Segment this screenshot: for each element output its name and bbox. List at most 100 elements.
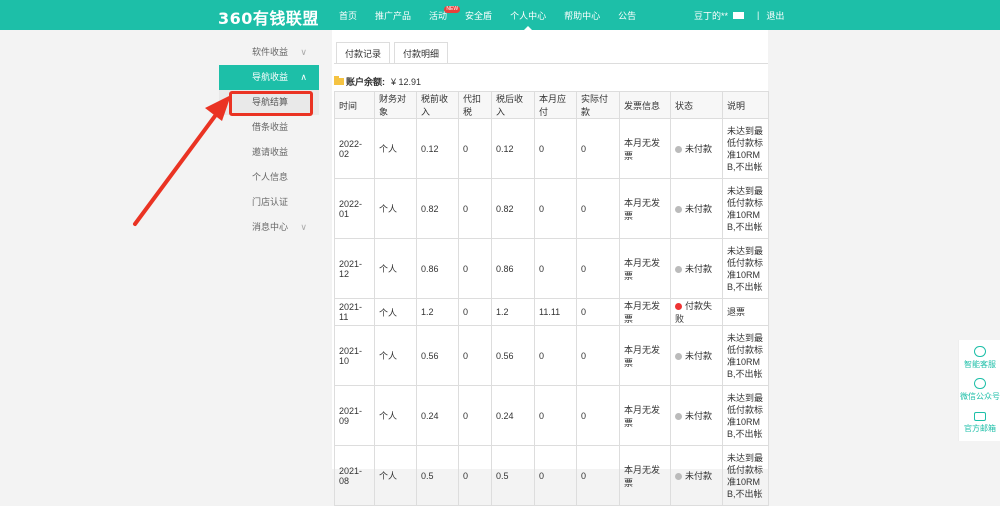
wechat-account-button[interactable]: 微信公众号	[959, 378, 1000, 402]
col-header-withholding-tax: 代扣税	[458, 91, 492, 119]
cell-time: 2021-12	[334, 238, 375, 299]
cell-invoice: 本月无发票	[619, 298, 671, 326]
cell-payable: 0	[534, 118, 577, 179]
cell-aftertax: 0.24	[491, 385, 535, 446]
cell-tax: 0	[458, 385, 492, 446]
cell-tax: 0	[458, 118, 492, 179]
col-header-time: 时间	[334, 91, 375, 119]
chevron-up-icon: ∧	[300, 72, 307, 82]
cell-note: 未达到最低付款标准10RMB,不出帐	[722, 325, 769, 386]
sidebar-item-personal-info[interactable]: 个人信息	[219, 165, 319, 190]
sidebar-item-store-verification[interactable]: 门店认证	[219, 190, 319, 215]
cell-time: 2021-11	[334, 298, 375, 326]
sidebar-item-message-center[interactable]: 消息中心 ∨	[219, 215, 319, 240]
cell-pretax: 1.2	[416, 298, 459, 326]
col-header-actual-payment: 实际付款	[576, 91, 620, 119]
col-header-finance-target: 财务对象	[374, 91, 417, 119]
table-row: 2021-08 个人 0.5 0 0.5 0 0 本月无发票 未付款 未达到最低…	[334, 445, 769, 506]
table-row: 2021-12 个人 0.86 0 0.86 0 0 本月无发票 未付款 未达到…	[334, 238, 769, 299]
cell-time: 2022-01	[334, 178, 375, 239]
sidebar-item-invite-earnings[interactable]: 邀请收益	[219, 140, 319, 165]
cell-aftertax: 0.56	[491, 325, 535, 386]
cell-invoice: 本月无发票	[619, 118, 671, 179]
minus-circle-icon	[675, 413, 682, 420]
brand-logo[interactable]: 360有钱联盟	[218, 5, 319, 29]
cell-time: 2021-08	[334, 445, 375, 506]
status-text: 未付款	[685, 351, 713, 361]
nav-personal-center[interactable]: 个人中心	[501, 0, 555, 30]
sidebar-item-label: 消息中心	[252, 222, 289, 232]
smart-support-button[interactable]: 智能客服	[959, 346, 1000, 370]
cell-target: 个人	[374, 178, 417, 239]
sidebar-item-label: 软件收益	[252, 47, 289, 57]
col-header-invoice: 发票信息	[619, 91, 671, 119]
official-email-button[interactable]: 官方邮箱	[959, 412, 1000, 434]
cell-status: 未付款	[670, 118, 723, 179]
status-text: 未付款	[685, 264, 713, 274]
status-text: 未付款	[685, 204, 713, 214]
cell-status: 未付款	[670, 238, 723, 299]
cell-aftertax: 0.82	[491, 178, 535, 239]
cell-pretax: 0.56	[416, 325, 459, 386]
table-row: 2022-02 个人 0.12 0 0.12 0 0 本月无发票 未付款 未达到…	[334, 118, 769, 179]
minus-circle-icon	[675, 146, 682, 153]
nav-security[interactable]: 安全盾	[456, 0, 501, 30]
cell-tax: 0	[458, 238, 492, 299]
sidebar-item-loan-earnings[interactable]: 借条收益	[219, 115, 319, 140]
cell-time: 2021-10	[334, 325, 375, 386]
status-text: 未付款	[685, 471, 713, 481]
cell-pretax: 0.12	[416, 118, 459, 179]
cell-note: 未达到最低付款标准10RMB,不出帐	[722, 385, 769, 446]
col-header-status: 状态	[670, 91, 723, 119]
nav-home[interactable]: 首页	[330, 0, 366, 30]
status-text: 未付款	[685, 144, 713, 154]
minus-circle-icon	[675, 206, 682, 213]
cell-invoice: 本月无发票	[619, 325, 671, 386]
tab-payment-records[interactable]: 付款记录	[336, 42, 391, 64]
nav-help[interactable]: 帮助中心	[555, 0, 609, 30]
cell-pretax: 0.5	[416, 445, 459, 506]
tab-bar: 付款记录 付款明细	[336, 42, 449, 64]
payment-table: 时间 财务对象 税前收入 代扣税 税后收入 本月应付 实际付款 发票信息 状态 …	[334, 91, 769, 506]
sidebar-item-nav-earnings[interactable]: 导航收益 ∧	[219, 65, 319, 90]
sidebar-item-software-earnings[interactable]: 软件收益 ∨	[219, 40, 319, 65]
cell-pretax: 0.82	[416, 178, 459, 239]
mail-icon[interactable]	[733, 11, 745, 19]
headset-icon	[974, 346, 986, 357]
cell-note: 未达到最低付款标准10RMB,不出帐	[722, 178, 769, 239]
cell-target: 个人	[374, 118, 417, 179]
cell-tax: 0	[458, 445, 492, 506]
username[interactable]: 豆丁的**	[694, 9, 728, 22]
wechat-account-label: 微信公众号	[960, 392, 1000, 401]
cell-payable: 0	[534, 238, 577, 299]
cell-invoice: 本月无发票	[619, 238, 671, 299]
col-header-aftertax-income: 税后收入	[491, 91, 535, 119]
minus-circle-icon	[675, 266, 682, 273]
cell-note: 未达到最低付款标准10RMB,不出帐	[722, 118, 769, 179]
right-floating-bar: 智能客服 微信公众号 官方邮箱	[958, 340, 1000, 441]
sidebar-item-label: 邀请收益	[252, 147, 289, 157]
nav-activities-label: 活动	[429, 11, 448, 21]
top-navbar: 360有钱联盟 首页 推广产品 活动 NEW 安全盾 个人中心 帮助中心 公告 豆…	[0, 0, 1000, 30]
sidebar-item-label: 个人信息	[252, 172, 289, 182]
tab-payment-details[interactable]: 付款明细	[394, 42, 449, 64]
logout-link[interactable]: 退出	[766, 9, 784, 22]
cell-payable: 0	[534, 325, 577, 386]
cell-tax: 0	[458, 325, 492, 386]
table-row: 2022-01 个人 0.82 0 0.82 0 0 本月无发票 未付款 未达到…	[334, 178, 769, 239]
smart-support-label: 智能客服	[964, 360, 996, 369]
nav-notice[interactable]: 公告	[609, 0, 645, 30]
cell-invoice: 本月无发票	[619, 445, 671, 506]
chevron-down-icon: ∨	[300, 47, 307, 57]
cell-note: 未达到最低付款标准10RMB,不出帐	[722, 238, 769, 299]
cell-actual: 0	[576, 325, 620, 386]
nav-products[interactable]: 推广产品	[366, 0, 420, 30]
cell-aftertax: 0.12	[491, 118, 535, 179]
nav-activities[interactable]: 活动 NEW	[420, 0, 461, 30]
cell-payable: 0	[534, 445, 577, 506]
cell-tax: 0	[458, 298, 492, 326]
chevron-down-icon: ∨	[300, 222, 307, 232]
cell-actual: 0	[576, 445, 620, 506]
cell-target: 个人	[374, 325, 417, 386]
envelope-icon	[974, 412, 986, 421]
